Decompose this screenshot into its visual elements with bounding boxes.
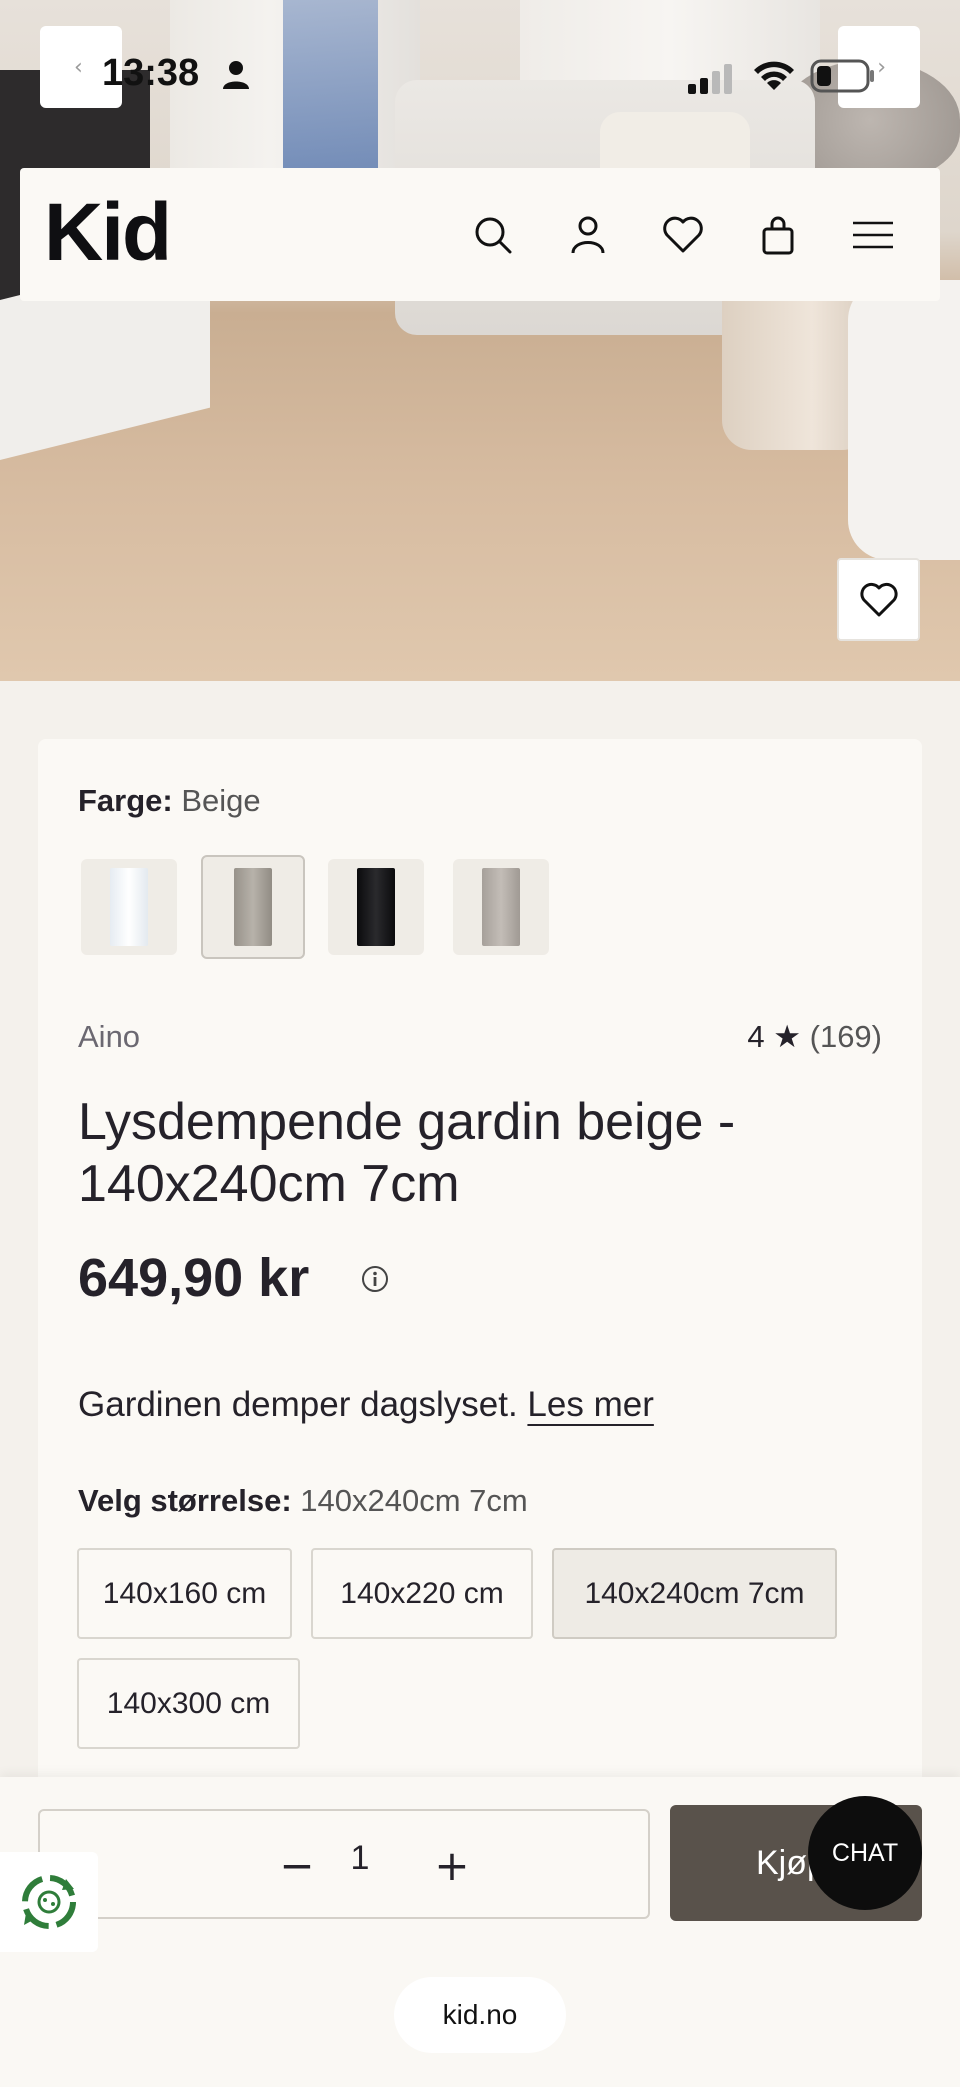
size-option-140x300[interactable]: 140x300 cm [77, 1658, 300, 1749]
size-option-140x160[interactable]: 140x160 cm [77, 1548, 292, 1639]
person-icon [223, 61, 249, 89]
color-swatch-white[interactable] [81, 859, 177, 955]
color-swatch-beige[interactable] [201, 855, 305, 959]
color-value: Beige [181, 783, 261, 818]
product-title: Lysdempende gardin beige - 140x240cm 7cm [78, 1093, 736, 1213]
curtain-thumbnail-grey [482, 868, 520, 946]
hero-product-image [0, 0, 960, 681]
status-time: 13:38 [102, 52, 200, 94]
curtain-thumbnail-black [357, 868, 395, 946]
size-selector-label: Velg størrelse: 140x240cm 7cm [78, 1483, 528, 1519]
menu-icon [853, 221, 893, 249]
menu-button[interactable] [848, 210, 898, 260]
cart-button[interactable] [753, 210, 803, 260]
heart-icon [859, 582, 898, 616]
product-info-card: Farge: Beige Aino 4 ★ (169) Lysdempende … [38, 739, 922, 1799]
increase-quantity-button[interactable]: + [422, 1835, 482, 1895]
read-more-link[interactable]: Les mer [527, 1385, 653, 1424]
recycle-badge[interactable] [0, 1852, 98, 1952]
product-rating[interactable]: 4 ★ (169) [747, 1019, 882, 1055]
quantity-stepper: − 1 + [38, 1809, 650, 1919]
chevron-left-icon: ‹ [74, 54, 83, 80]
curtain-thumbnail-white [110, 868, 148, 946]
price-info-icon[interactable] [360, 1264, 390, 1294]
color-selector-label: Farge: Beige [78, 783, 261, 819]
product-short-description: Gardinen demper dagslyset. Les mer [78, 1385, 654, 1425]
color-swatch-grey[interactable] [453, 859, 549, 955]
wifi-icon [754, 61, 794, 90]
browser-url-bar[interactable]: kid.no [394, 1977, 566, 2053]
product-price: 649,90 kr [78, 1248, 310, 1308]
rating-count: (169) [809, 1019, 882, 1054]
chat-button[interactable]: CHAT [808, 1796, 922, 1910]
search-icon [475, 217, 512, 254]
cellular-signal-icon [688, 64, 732, 94]
kid-logo[interactable]: Kid [44, 186, 172, 280]
quantity-value[interactable]: 1 [330, 1839, 390, 1878]
size-option-140x240[interactable]: 140x240cm 7cm [552, 1548, 837, 1639]
cart-bag-icon [762, 216, 794, 255]
recycle-icon [22, 1875, 76, 1929]
decrease-quantity-button[interactable]: − [267, 1835, 327, 1895]
account-button[interactable] [563, 210, 613, 260]
site-header: Kid [20, 168, 940, 301]
color-swatch-black[interactable] [328, 859, 424, 955]
chevron-right-icon: › [877, 54, 886, 80]
battery-icon [810, 59, 874, 93]
brand-name[interactable]: Aino [78, 1019, 140, 1055]
hero-curtain-blue [283, 0, 378, 170]
wishlist-heart-icon [663, 216, 703, 253]
curtain-thumbnail-beige [234, 868, 272, 946]
purchase-bar: − 1 + Kjøp CHAT kid.no [0, 1777, 960, 2087]
hero-chair [848, 280, 960, 560]
star-icon: ★ [773, 1019, 801, 1054]
account-icon [571, 216, 605, 254]
size-label: Velg størrelse: [78, 1483, 292, 1518]
description-text: Gardinen demper dagslyset. [78, 1385, 518, 1424]
size-value: 140x240cm 7cm [300, 1483, 528, 1518]
size-option-140x220[interactable]: 140x220 cm [311, 1548, 533, 1639]
wishlist-button[interactable] [658, 210, 708, 260]
rating-value: 4 [747, 1019, 765, 1054]
add-to-favorites-button[interactable] [837, 558, 920, 641]
color-label: Farge: [78, 783, 173, 818]
search-button[interactable] [468, 210, 518, 260]
